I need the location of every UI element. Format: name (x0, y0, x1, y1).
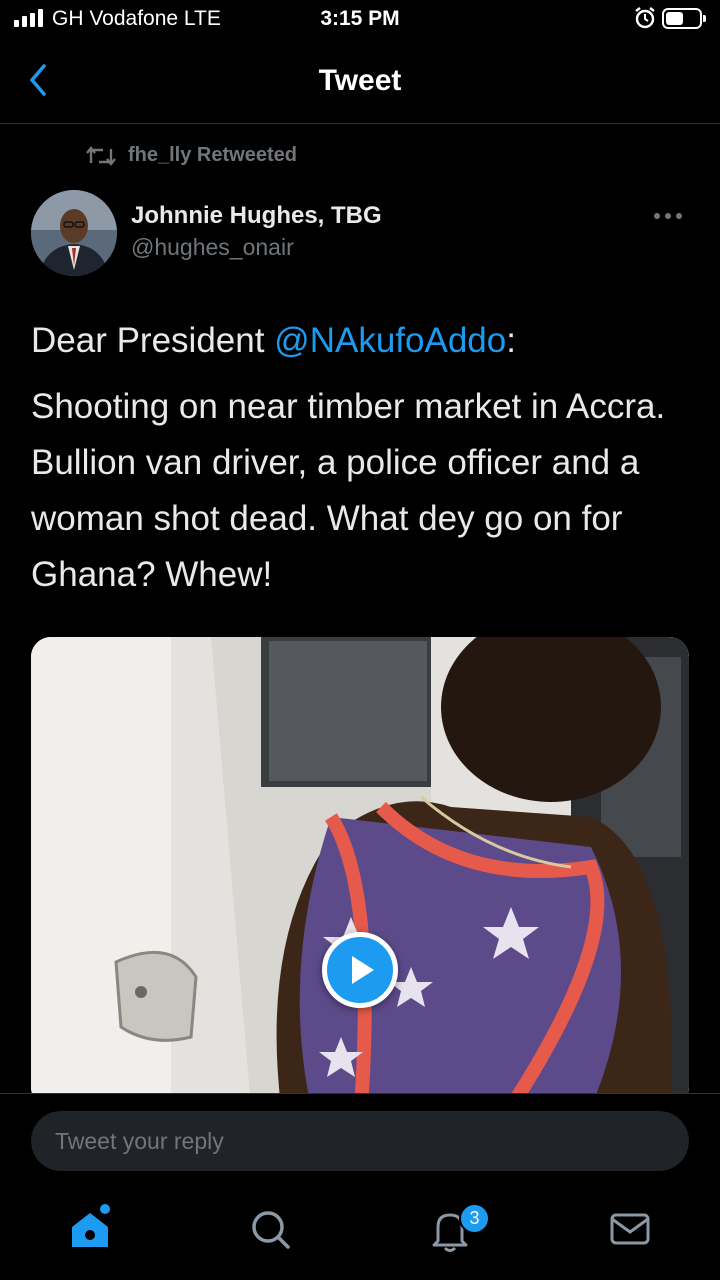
search-icon[interactable] (240, 1199, 300, 1259)
tweet-text-segment: Dear President (31, 321, 275, 360)
video-frame (31, 637, 689, 1107)
status-time: 3:15 PM (320, 7, 400, 30)
battery-icon (662, 8, 706, 29)
retweet-header[interactable]: fhe_lly Retweeted (86, 144, 297, 167)
status-bar: GH Vodafone LTE 3:15 PM (0, 0, 720, 40)
alarm-icon (635, 7, 655, 29)
avatar-image (31, 190, 117, 276)
reply-bar (0, 1093, 720, 1189)
tweet-text-segment: : (506, 321, 516, 360)
play-icon (352, 956, 374, 984)
retweet-icon (86, 145, 116, 166)
more-options-icon[interactable] (654, 206, 690, 226)
author-name[interactable]: Johnnie Hughes, TBG (131, 202, 382, 230)
retweet-label: fhe_lly Retweeted (128, 144, 297, 166)
video-thumbnail[interactable] (31, 637, 689, 1107)
page-title: Tweet (318, 64, 402, 97)
home-icon[interactable] (60, 1199, 120, 1259)
tweet-paragraph: Shooting on near timber market in Accra.… (31, 387, 666, 594)
author-handle[interactable]: @hughes_onair (131, 234, 294, 261)
notification-badge: 3 (459, 1203, 490, 1234)
tweet-paragraph: Dear President @NAkufoAddo: (31, 313, 696, 369)
tweet-text: Dear President @NAkufoAddo: Shooting on … (31, 313, 696, 613)
reply-input[interactable] (31, 1111, 689, 1171)
nav-bar: Tweet (0, 46, 720, 124)
mention-link[interactable]: @NAkufoAddo (274, 321, 506, 360)
play-button[interactable] (322, 932, 398, 1008)
avatar[interactable] (31, 190, 117, 276)
tab-bar (0, 1189, 720, 1280)
messages-icon[interactable] (600, 1199, 660, 1259)
